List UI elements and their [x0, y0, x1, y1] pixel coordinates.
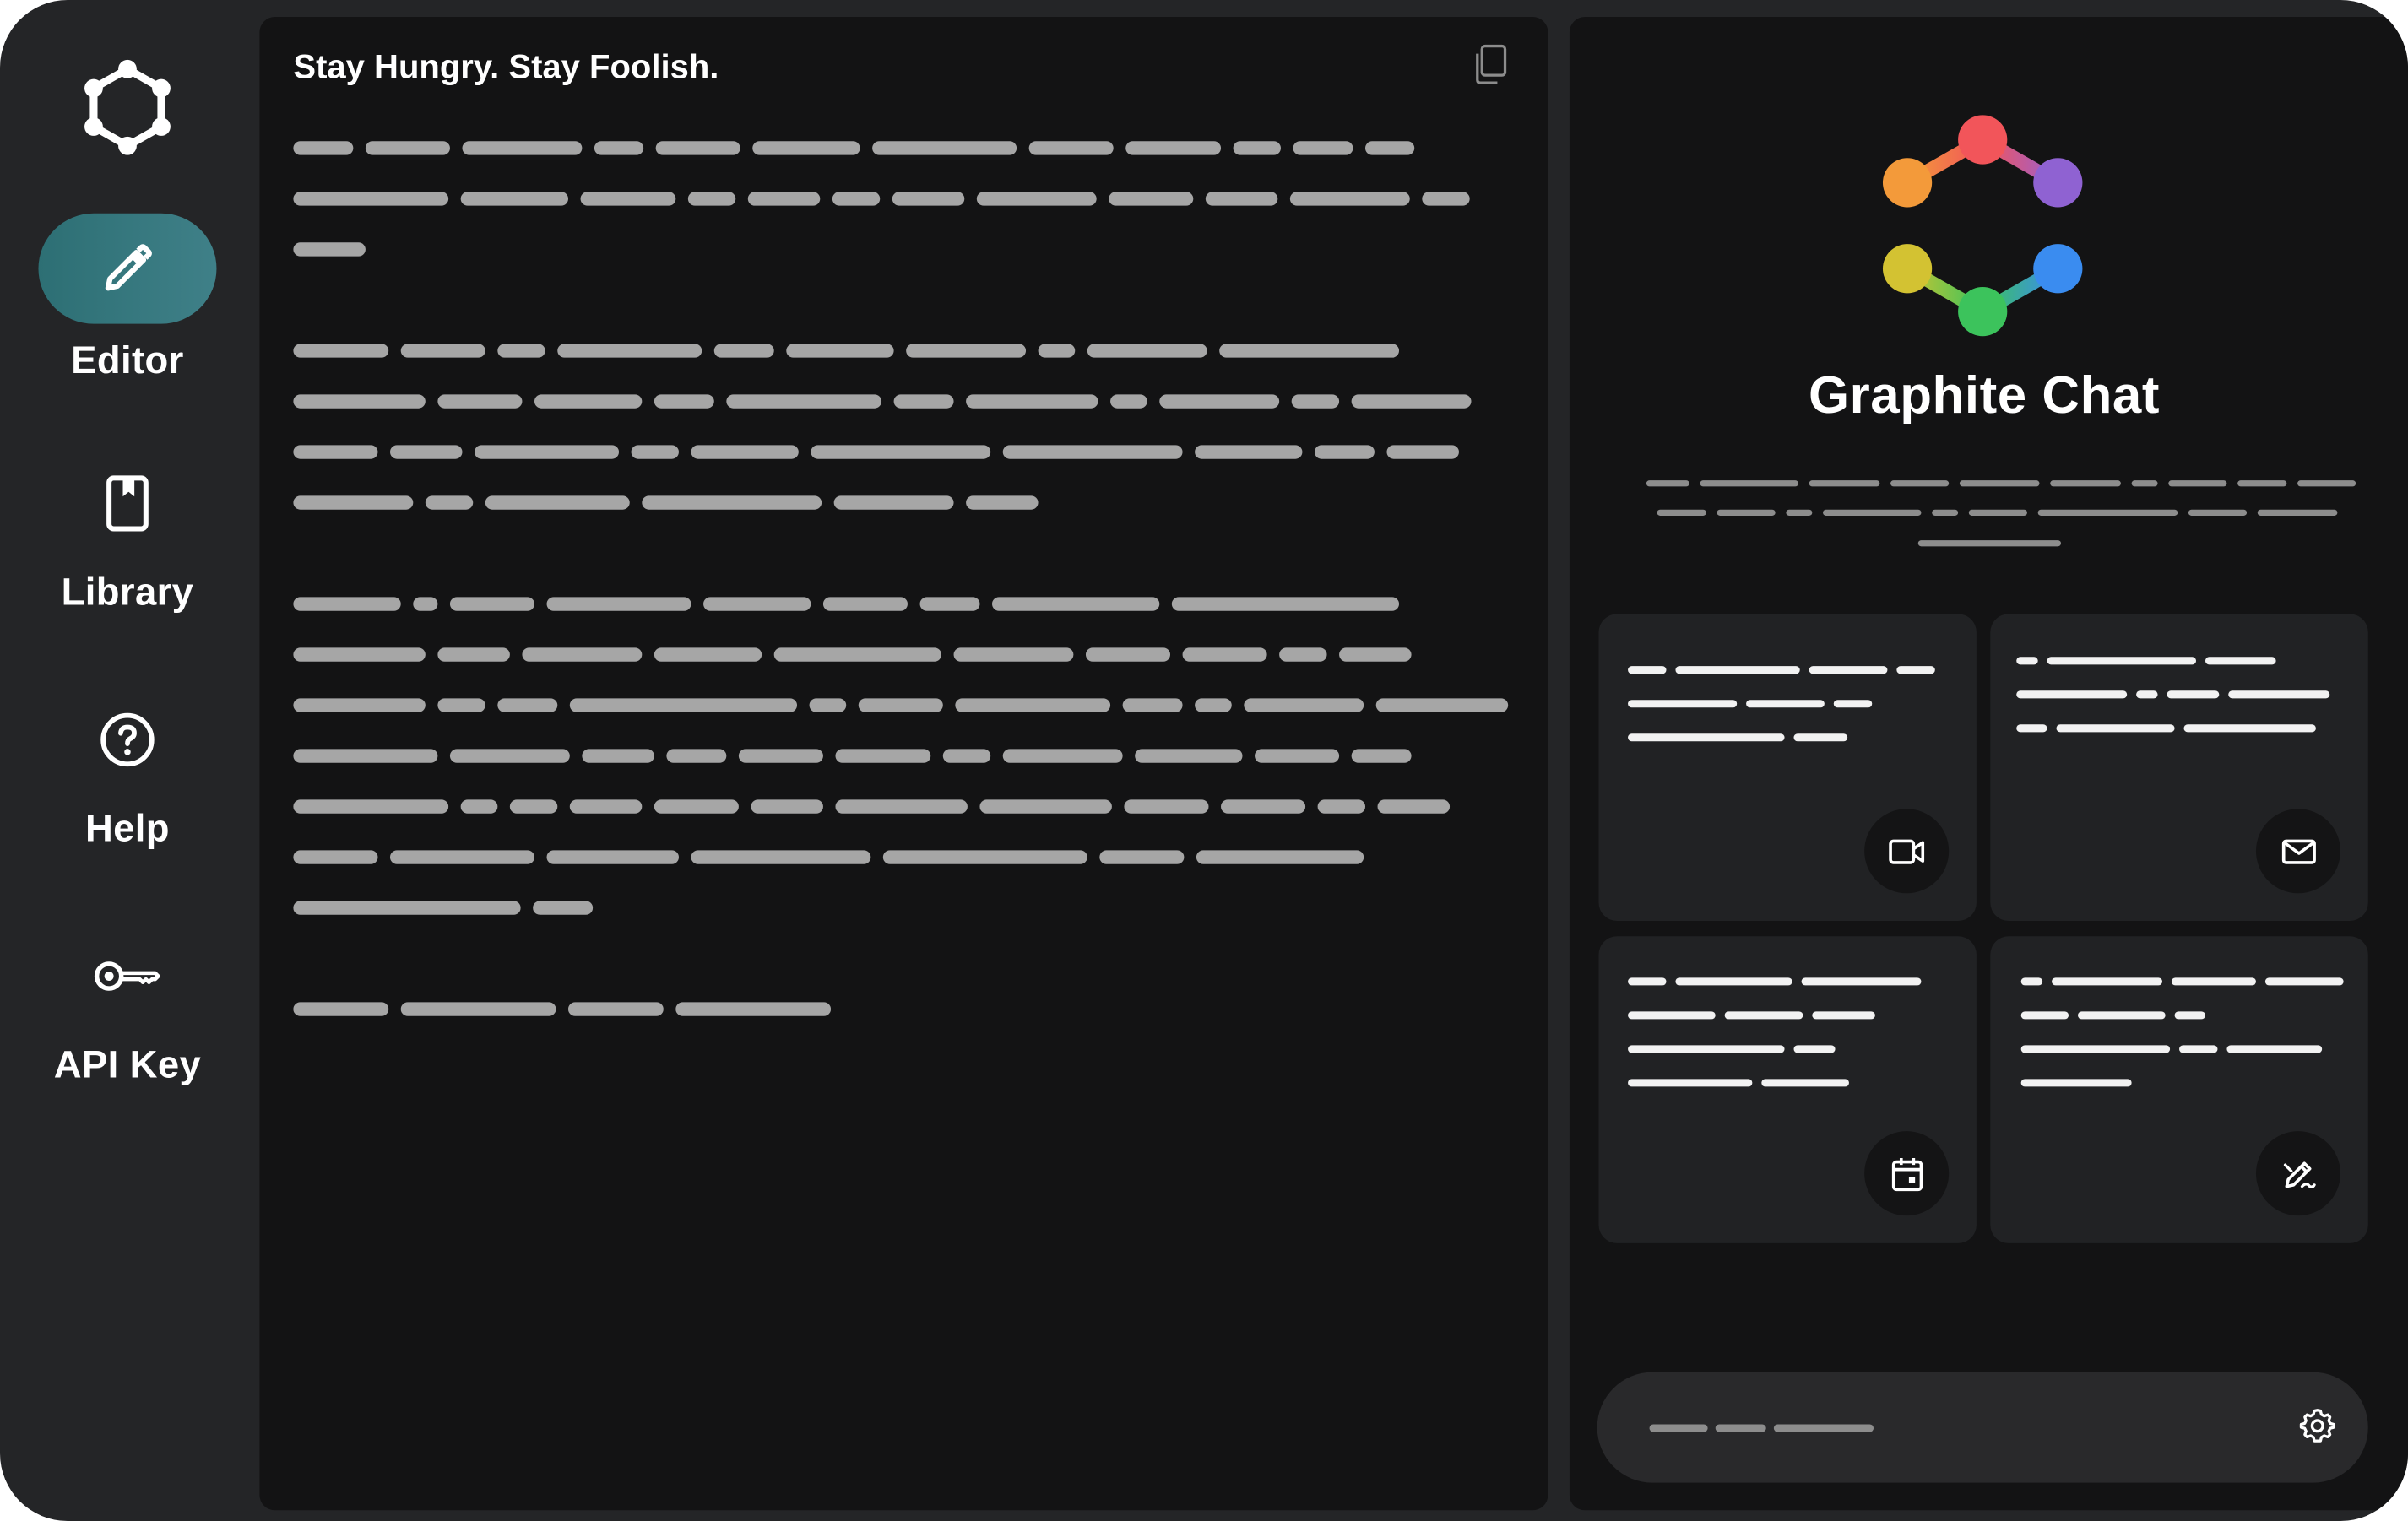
prompt-card-mail[interactable] — [1990, 614, 2368, 922]
edit-pen-icon — [2255, 1131, 2341, 1216]
sidebar-item-help[interactable]: Help — [0, 685, 255, 852]
sidebar-item-label: Editor — [71, 338, 184, 382]
chat-input[interactable] — [1597, 1372, 2368, 1483]
sidebar-item-api-key[interactable]: API Key — [0, 921, 255, 1088]
settings-button[interactable] — [2294, 1406, 2340, 1453]
chat-input-placeholder — [1649, 1424, 1874, 1432]
sidebar: Editor Library Help API Key — [0, 0, 258, 1521]
video-camera-icon — [1864, 809, 1950, 894]
sidebar-item-label: API Key — [53, 1043, 202, 1087]
app-window: Editor Library Help API Key Stay Hungry.… — [0, 0, 2408, 1521]
prompt-card-edit[interactable] — [1990, 936, 2368, 1243]
sidebar-item-label: Library — [61, 571, 194, 614]
graphite-hexagon-gradient-icon — [1875, 112, 2091, 345]
prompt-card-calendar[interactable] — [1598, 936, 1977, 1243]
copy-button[interactable] — [1467, 43, 1513, 92]
sidebar-item-library[interactable]: Library — [0, 448, 255, 615]
pencil-icon — [38, 213, 217, 324]
gear-icon — [2299, 1407, 2336, 1452]
document-title: Stay Hungry. Stay Foolish. — [293, 47, 719, 86]
mail-icon — [2255, 809, 2341, 894]
graphite-logo-icon — [79, 58, 176, 156]
help-circle-icon — [38, 685, 216, 795]
chat-title: Graphite Chat — [1809, 366, 2160, 425]
prompt-card-video[interactable] — [1598, 614, 1977, 922]
editor-panel[interactable]: Stay Hungry. Stay Foolish. — [259, 17, 1548, 1511]
calendar-icon — [1864, 1131, 1950, 1216]
copy-icon — [1472, 42, 1509, 93]
chat-panel: Graphite Chat — [1569, 17, 2408, 1511]
sidebar-item-editor[interactable]: Editor — [0, 213, 255, 384]
sidebar-item-label: Help — [84, 807, 170, 851]
key-icon — [38, 921, 216, 1031]
bookmark-icon — [38, 448, 216, 559]
